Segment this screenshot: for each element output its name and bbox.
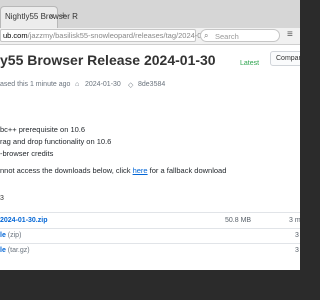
assets-count: 3: [0, 195, 4, 202]
tag-icon: ⌂: [75, 81, 80, 88]
asset-format: (zip): [7, 232, 22, 239]
asset-extra: 3: [295, 247, 299, 254]
tag-link[interactable]: 2024-01-30: [85, 81, 121, 88]
divider: [0, 243, 300, 244]
asset-link[interactable]: le (zip): [0, 232, 21, 239]
release-title: y55 Browser Release 2024-01-30: [0, 52, 216, 68]
divider: [0, 228, 300, 229]
menu-icon[interactable]: ≡: [287, 29, 293, 40]
browser-toolbar: ub.com/jazzmy/basilisk55-snowleopard/rel…: [0, 28, 300, 45]
release-note: -browser credits: [0, 149, 54, 158]
url-host: ub.com: [3, 31, 28, 40]
fallback-link[interactable]: here: [133, 166, 148, 175]
tab-bar: Nightly55 Browser R × +: [0, 0, 300, 29]
asset-name: le: [0, 247, 6, 254]
asset-name: 2024-01-30.zip: [0, 217, 48, 224]
asset-name: le: [0, 232, 6, 239]
url-bar[interactable]: ub.com/jazzmy/basilisk55-snowleopard/rel…: [0, 29, 216, 42]
commit-link[interactable]: 8de3584: [138, 81, 165, 88]
search-placeholder: Search: [215, 32, 239, 41]
release-note: rag and drop functionality on 10.6: [0, 137, 112, 146]
fallback-prefix: nnot access the downloads below, click: [0, 166, 133, 175]
search-icon: ⌕: [204, 31, 209, 40]
asset-extra: 3: [295, 232, 299, 239]
divider: [0, 212, 300, 213]
url-text: ub.com/jazzmy/basilisk55-snowleopard/rel…: [3, 31, 216, 40]
asset-extra: 3 m: [289, 217, 300, 224]
release-note: bc++ prerequisite on 10.6: [0, 125, 86, 134]
asset-format: (tar.gz): [7, 247, 30, 254]
browser-window: Nightly55 Browser R × + ub.com/jazzmy/ba…: [0, 0, 300, 270]
release-time: ased this 1 minute ago: [0, 81, 71, 88]
asset-link[interactable]: 2024-01-30.zip: [0, 217, 47, 224]
fallback-text: nnot access the downloads below, click h…: [0, 166, 226, 175]
close-icon[interactable]: ×: [49, 11, 54, 21]
latest-badge: Latest: [240, 60, 260, 67]
tab-release[interactable]: Nightly55 Browser R ×: [0, 6, 78, 28]
asset-link[interactable]: le (tar.gz): [0, 247, 30, 254]
compare-button[interactable]: Compare: [270, 51, 300, 66]
tab-title: Nightly55 Browser R: [5, 12, 78, 21]
url-path: /jazzmy/basilisk55-snowleopard/releases/…: [27, 31, 217, 40]
commit-icon: ◇: [128, 82, 134, 89]
fallback-suffix: for a fallback download: [147, 166, 227, 175]
search-input[interactable]: ⌕ Search: [200, 29, 280, 42]
asset-size: 50.8 MB: [225, 217, 252, 224]
new-tab-icon[interactable]: +: [60, 10, 66, 22]
